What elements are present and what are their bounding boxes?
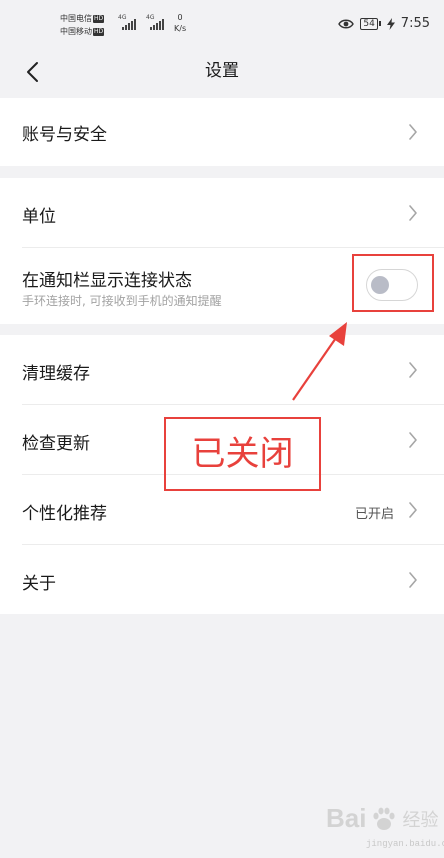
chevron-right-icon xyxy=(409,205,417,221)
page-title: 设置 xyxy=(205,61,239,81)
annotation-label-box: 已关闭 xyxy=(164,417,321,491)
carrier-info: 中国电信 HD 中国移动 HD xyxy=(60,12,105,38)
watermark-url: jingyan.baidu.com xyxy=(366,839,444,849)
eye-icon xyxy=(338,19,355,28)
carrier-1-name: 中国电信 xyxy=(60,14,92,23)
network-speed-unit: K/s xyxy=(174,24,187,33)
annotation-highlight-box xyxy=(352,254,434,312)
settings-row-about[interactable]: 关于 xyxy=(22,545,444,614)
baidu-jingyan-watermark: Bai 经验 jingyan.baidu.com xyxy=(326,803,444,849)
paw-logo-icon xyxy=(373,807,396,830)
account-security-label: 账号与安全 xyxy=(22,125,107,145)
settings-row-clear-cache[interactable]: 清理缓存 xyxy=(22,335,444,405)
watermark-brand: Bai xyxy=(326,803,367,833)
clear-cache-label: 清理缓存 xyxy=(22,364,90,384)
carrier-2-name: 中国移动 xyxy=(60,27,92,36)
hd-badge-1: HD xyxy=(93,15,105,23)
check-update-label: 检查更新 xyxy=(22,434,90,454)
battery-icon: 54 xyxy=(360,17,381,30)
personalized-status-value: 已开启 xyxy=(354,507,394,522)
chevron-right-icon xyxy=(409,502,417,518)
chevron-right-icon xyxy=(409,362,417,378)
annotation-text: 已关闭 xyxy=(191,434,294,474)
status-bar: 中国电信 HD 中国移动 HD 4G 4G 0 K/s 54 7:55 xyxy=(0,0,444,48)
chevron-right-icon xyxy=(409,572,417,588)
clock-time: 7:55 xyxy=(400,16,430,31)
signal-strength-icon-1 xyxy=(122,19,136,30)
chevron-right-icon xyxy=(409,124,417,140)
settings-group-account: 账号与安全 xyxy=(0,98,444,166)
battery-level: 54 xyxy=(360,17,378,30)
settings-row-unit[interactable]: 单位 xyxy=(22,178,444,248)
notification-status-label: 在通知栏显示连接状态 xyxy=(22,271,192,291)
charging-icon xyxy=(386,17,395,30)
network-speed: 0 K/s xyxy=(174,12,186,34)
settings-row-account[interactable]: 账号与安全 xyxy=(22,98,444,166)
chevron-right-icon xyxy=(409,432,417,448)
signal-strength-icon-2 xyxy=(150,19,164,30)
watermark-brand-tail: 经验 xyxy=(402,809,439,830)
network-speed-value: 0 xyxy=(177,13,183,22)
app-header: 设置 xyxy=(0,48,444,96)
about-label: 关于 xyxy=(22,574,56,594)
hd-badge-2: HD xyxy=(93,28,105,36)
notification-status-description: 手环连接时, 可接收到手机的通知提醒 xyxy=(22,294,222,308)
personalized-label: 个性化推荐 xyxy=(22,504,107,524)
status-right-group: 54 7:55 xyxy=(338,16,430,31)
back-arrow-icon[interactable] xyxy=(22,60,46,84)
unit-label: 单位 xyxy=(22,207,56,227)
